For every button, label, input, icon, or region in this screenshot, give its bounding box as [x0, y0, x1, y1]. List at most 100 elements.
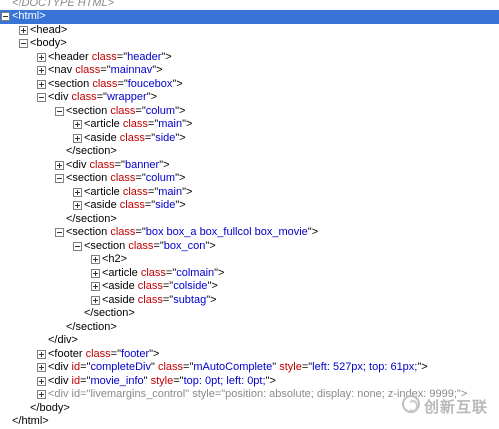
tree-node-text: <aside class="colside"> — [102, 280, 218, 294]
collapse-icon[interactable] — [37, 93, 46, 102]
tag-text: "> — [214, 266, 225, 279]
collapse-icon[interactable] — [55, 228, 64, 237]
expand-icon[interactable] — [91, 268, 100, 278]
tree-node[interactable]: <article class="main"> — [0, 118, 499, 132]
tag-text: <section — [48, 77, 93, 90]
expand-icon[interactable] — [73, 133, 82, 143]
tag-text: =" — [153, 239, 164, 252]
expand-icon[interactable] — [37, 390, 46, 399]
tag-text: </section> — [66, 145, 117, 157]
tree-node[interactable]: <body> — [0, 37, 499, 51]
tree-node[interactable]: <aside class="subtag"> — [0, 294, 499, 308]
attribute-name: class — [122, 185, 148, 198]
tree-node-text: <!DOCTYPE HTML> — [12, 0, 114, 10]
collapse-icon[interactable] — [55, 106, 64, 116]
tree-node[interactable]: </div> — [0, 334, 499, 348]
tree-node[interactable]: </html> — [0, 415, 499, 429]
tree-node[interactable]: <html> — [0, 10, 499, 24]
attribute-value: wrapper — [106, 91, 147, 103]
attribute-name: class — [137, 280, 163, 292]
tag-text: "> — [175, 172, 186, 184]
tag-text: </html> — [12, 415, 49, 427]
attribute-value: mainnav — [110, 64, 153, 76]
tag-text: =" — [173, 374, 184, 387]
tag-text: </body> — [30, 401, 70, 414]
collapse-icon[interactable] — [19, 39, 28, 48]
tag-text: =" — [80, 374, 91, 387]
tree-node[interactable]: <aside class="side"> — [0, 132, 499, 146]
tree-node[interactable]: </section> — [0, 321, 499, 335]
tag-text: =" — [165, 266, 177, 279]
tree-node[interactable]: </section> — [0, 145, 499, 159]
tree-node[interactable]: <h2> — [0, 253, 499, 267]
attribute-name: class — [110, 172, 136, 184]
tree-node-text: <section class="foucebox"> — [48, 78, 183, 92]
tree-node[interactable]: <aside class="colside"> — [0, 280, 499, 294]
tag-text: =" — [114, 158, 125, 171]
expand-icon[interactable] — [55, 160, 64, 170]
tag-text: <head> — [30, 23, 68, 36]
tree-node[interactable]: <section class="foucebox"> — [0, 78, 499, 92]
tree-node[interactable]: <!DOCTYPE HTML> — [0, 0, 499, 10]
expand-icon[interactable] — [91, 295, 100, 305]
expand-icon[interactable] — [73, 201, 82, 210]
tag-text: "> — [161, 50, 172, 63]
tag-text: =" — [147, 185, 159, 198]
tree-node[interactable]: <article class="main"> — [0, 186, 499, 200]
tree-node-text: <article class="main"> — [84, 186, 192, 200]
tag-text: <aside — [84, 131, 120, 144]
tag-text: <aside — [84, 199, 120, 211]
expand-icon[interactable] — [91, 255, 100, 264]
attribute-value: subtag — [173, 293, 207, 306]
tree-node[interactable]: <section class="colum"> — [0, 105, 499, 119]
tree-node[interactable]: <div class="wrapper"> — [0, 91, 499, 105]
attribute-name: class — [140, 266, 166, 279]
tree-node[interactable]: </section> — [0, 307, 499, 321]
tree-node[interactable]: <div class="banner"> — [0, 159, 499, 173]
tree-node-text: <h2> — [102, 253, 127, 267]
expand-icon[interactable] — [37, 52, 46, 62]
tag-text: "> — [175, 199, 186, 211]
tree-node[interactable]: <section class="colum"> — [0, 172, 499, 186]
tree-node-text: <section class="box box_a box_fullcol bo… — [66, 226, 318, 240]
tree-node[interactable]: <div id="movie_info" style="top: 0pt; le… — [0, 375, 499, 389]
expand-icon[interactable] — [37, 376, 46, 386]
collapse-icon[interactable] — [73, 241, 82, 251]
tag-text: <div — [48, 361, 72, 373]
tag-text: =" — [162, 293, 174, 306]
tag-text: <aside — [102, 293, 138, 306]
expand-icon[interactable] — [91, 282, 100, 291]
tree-node[interactable]: <div id="completeDiv" class="mAutoComple… — [0, 361, 499, 375]
collapse-icon[interactable] — [1, 12, 10, 21]
expand-icon[interactable] — [37, 66, 46, 75]
expand-icon[interactable] — [37, 363, 46, 372]
expand-icon[interactable] — [73, 187, 82, 197]
tree-node[interactable]: <nav class="mainnav"> — [0, 64, 499, 78]
expand-icon[interactable] — [19, 25, 28, 35]
expand-icon[interactable] — [37, 79, 46, 89]
tree-node[interactable]: <footer class="footer"> — [0, 348, 499, 362]
tag-text: =" — [135, 104, 146, 117]
tag-text: "> — [307, 226, 319, 238]
attribute-value: colside — [173, 280, 208, 292]
tree-node[interactable]: <article class="colmain"> — [0, 267, 499, 281]
tag-text: <div — [66, 158, 90, 171]
tree-node[interactable]: <section class="box_con"> — [0, 240, 499, 254]
tree-node[interactable]: <header class="header"> — [0, 51, 499, 65]
attribute-value: movie_info — [90, 374, 144, 387]
expand-icon[interactable] — [73, 120, 82, 129]
tree-node[interactable]: <aside class="side"> — [0, 199, 499, 213]
expand-icon[interactable] — [37, 349, 46, 359]
tag-text: "> — [172, 77, 183, 90]
tree-node[interactable]: <head> — [0, 24, 499, 38]
tree-node-text: <body> — [30, 37, 67, 51]
attribute-name: style — [192, 388, 215, 400]
tree-node[interactable]: <section class="box box_a box_fullcol bo… — [0, 226, 499, 240]
attribute-name: class — [110, 104, 136, 117]
collapse-icon[interactable] — [55, 174, 64, 183]
attribute-value: colmain — [176, 266, 215, 279]
attribute-value: top: 0pt; left: 0pt; — [183, 374, 266, 387]
attribute-name: class — [85, 347, 111, 360]
tree-node[interactable]: </section> — [0, 213, 499, 227]
attribute-value: livemargins_control — [90, 388, 186, 400]
